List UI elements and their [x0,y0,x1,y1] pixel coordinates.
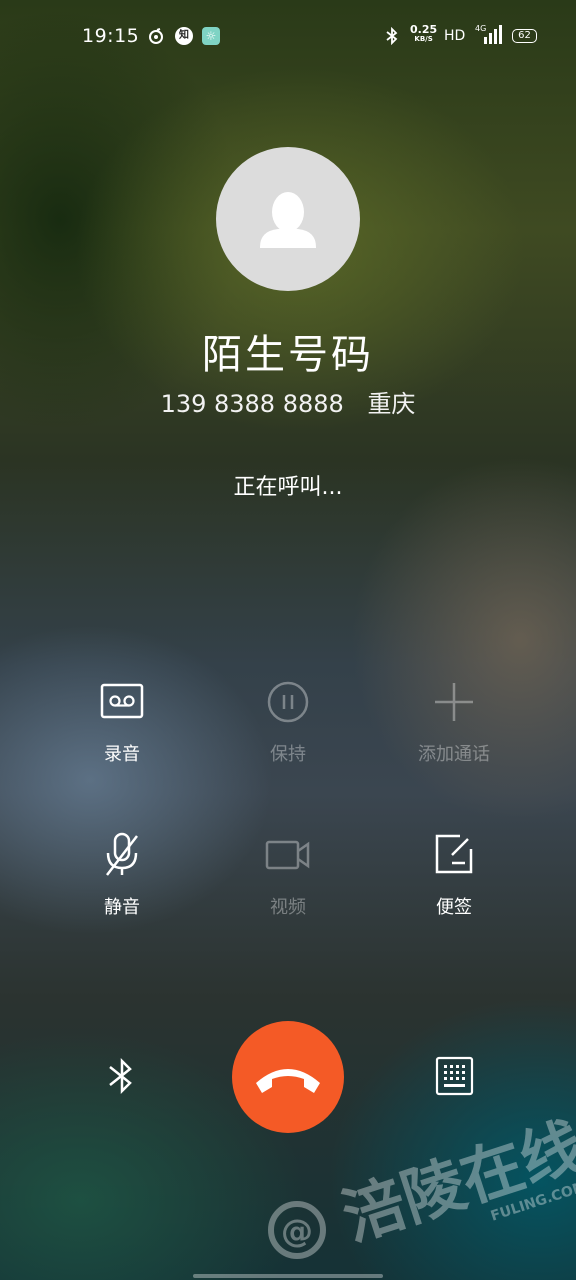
call-status: 正在呼叫... [233,475,343,500]
phone-location: 重庆 [367,390,416,418]
video-button[interactable]: 视频 [218,831,358,919]
contact-avatar [216,147,360,291]
record-button[interactable]: 录音 [52,678,192,766]
bluetooth-status-icon [383,26,401,46]
add-call-label: 添加通话 [418,744,490,765]
mute-button[interactable]: 静音 [52,831,192,919]
battery-icon: 62 [512,29,537,43]
pause-icon [264,678,312,726]
note-label: 便签 [436,897,472,918]
add-call-button[interactable]: 添加通话 [384,678,524,766]
svg-text:涪陵在线: 涪陵在线 [334,1110,576,1255]
voicemail-icon [98,678,146,726]
mute-label: 静音 [104,897,140,918]
note-button[interactable]: 便签 [384,831,524,919]
mic-off-icon [98,831,146,879]
dialpad-icon[interactable] [435,1056,475,1100]
contact-name: 陌生号码 [202,332,374,378]
plus-icon [430,678,478,726]
hold-button[interactable]: 保持 [218,678,358,766]
svg-text:@: @ [281,1212,313,1250]
video-label: 视频 [270,897,306,918]
status-time: 19:15 [82,25,140,47]
watermark-logo: @ 涪陵在线 FULING.COM [265,1109,576,1274]
netease-music-icon [147,27,165,45]
person-icon [260,192,316,248]
contact-info: 139 8388 8888 重庆 [0,384,576,419]
bluetooth-icon[interactable] [102,1056,142,1100]
zhihu-icon: 知 [175,27,193,45]
record-label: 录音 [104,744,140,765]
hd-voice-indicator: HD [444,28,466,44]
network-speed: 0.25 KB/S [410,23,438,43]
sun-app-icon: ☼ [202,27,220,45]
phone-number: 139 8388 8888 [160,390,344,418]
hold-label: 保持 [270,744,306,765]
video-camera-icon [264,831,312,879]
status-bar: 19:15 知 ☼ 0.25 KB/S HD 4G 62 [0,0,576,72]
home-indicator[interactable] [193,1274,383,1278]
note-icon [430,831,478,879]
